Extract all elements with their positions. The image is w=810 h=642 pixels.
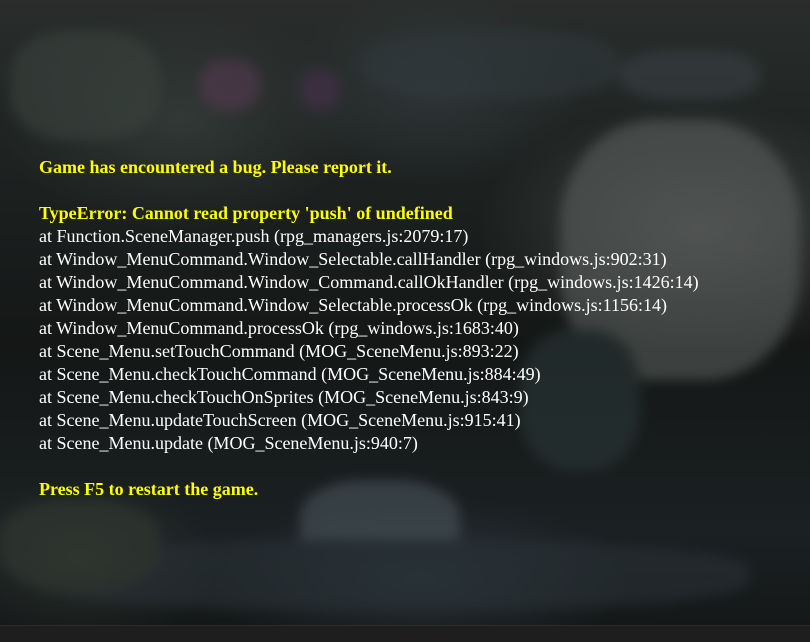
stack-trace-line: at Scene_Menu.update (MOG_SceneMenu.js:9… <box>39 433 418 453</box>
stack-trace-line: at Function.SceneManager.push (rpg_manag… <box>39 226 469 246</box>
stack-trace: at Function.SceneManager.push (rpg_manag… <box>39 225 799 455</box>
stack-trace-line: at Window_MenuCommand.Window_Command.cal… <box>39 272 699 292</box>
error-message-panel: Game has encountered a bug. Please repor… <box>39 156 799 501</box>
stack-trace-line: at Window_MenuCommand.Window_Selectable.… <box>39 249 667 269</box>
restart-instruction: Press F5 to restart the game. <box>39 479 259 499</box>
error-type-message: TypeError: Cannot read property 'push' o… <box>39 203 453 223</box>
stack-trace-line: at Scene_Menu.checkTouchOnSprites (MOG_S… <box>39 387 529 407</box>
stack-trace-line: at Window_MenuCommand.processOk (rpg_win… <box>39 318 519 338</box>
stack-trace-line: at Scene_Menu.setTouchCommand (MOG_Scene… <box>39 341 519 361</box>
error-header: Game has encountered a bug. Please repor… <box>39 157 392 177</box>
stack-trace-line: at Scene_Menu.checkTouchCommand (MOG_Sce… <box>39 364 541 384</box>
window-bottom-bar <box>0 625 810 642</box>
stack-trace-line: at Window_MenuCommand.Window_Selectable.… <box>39 295 667 315</box>
stack-trace-line: at Scene_Menu.updateTouchScreen (MOG_Sce… <box>39 410 521 430</box>
game-canvas: Game has encountered a bug. Please repor… <box>0 0 810 625</box>
